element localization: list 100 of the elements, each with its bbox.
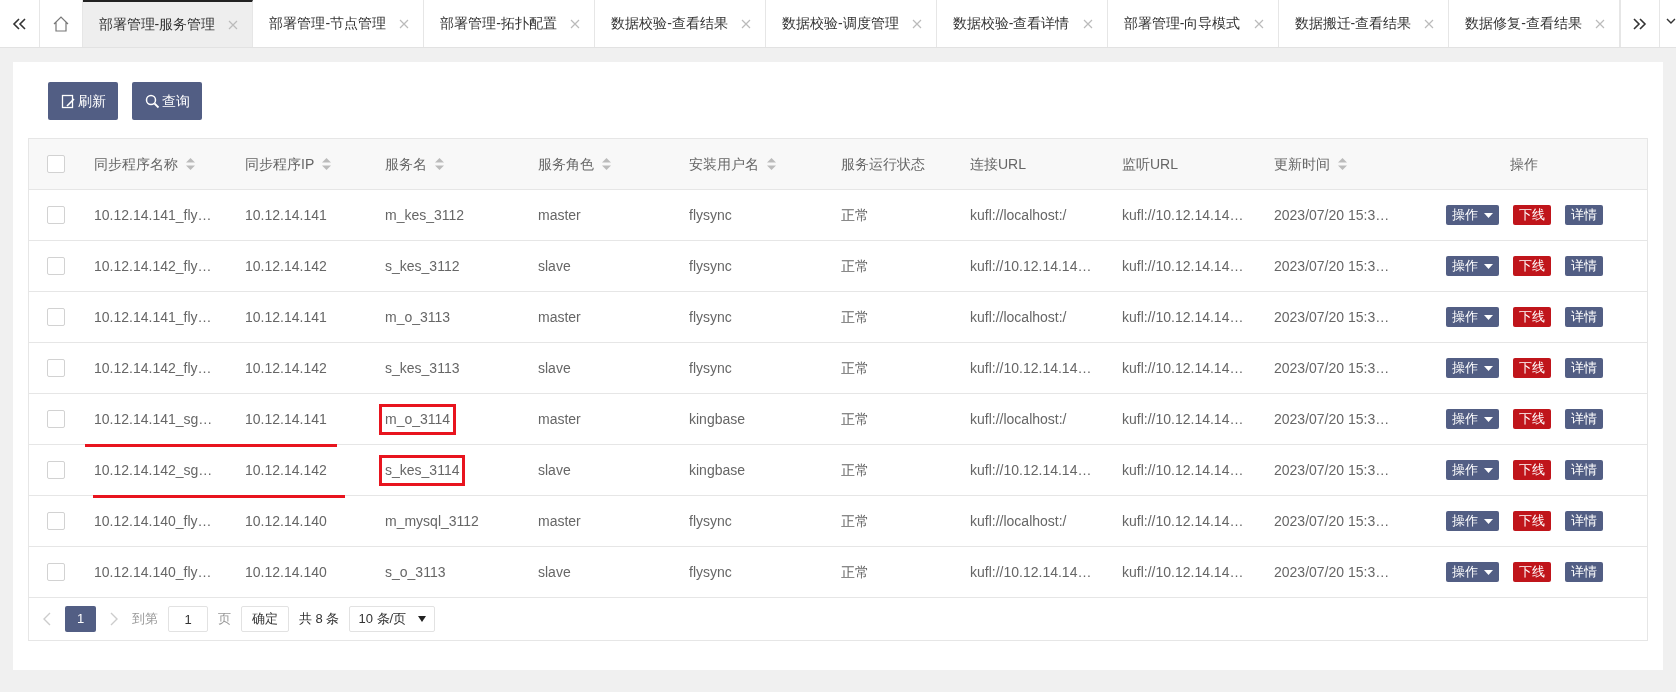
column-header[interactable]: 同步程序IP: [245, 153, 315, 175]
tab-label[interactable]: 部署管理-服务管理: [98, 14, 216, 35]
search-button[interactable]: 查询: [132, 82, 202, 120]
home-icon: [51, 14, 70, 33]
table-cell-text: 2023/07/20 15:3…: [1274, 562, 1390, 582]
refresh-button[interactable]: 刷新: [48, 82, 118, 120]
table-cell-text: 2023/07/20 15:3…: [1274, 256, 1390, 276]
column-header[interactable]: 服务角色: [538, 153, 594, 175]
table-cell-text: kufl://10.12.14.14…: [1122, 409, 1244, 429]
action-button[interactable]: 详情: [1564, 511, 1603, 531]
highlighted-table-cell: s_kes_3114: [379, 454, 466, 486]
action-button[interactable]: 下线: [1512, 256, 1551, 276]
table-cell-text: kufl://localhost:/: [970, 409, 1067, 429]
caret-down-icon: [1483, 416, 1493, 422]
action-button[interactable]: 下线: [1512, 205, 1551, 225]
table-cell-text: 正常: [841, 307, 869, 327]
action-button[interactable]: 详情: [1564, 409, 1603, 429]
caret-down-icon: [1483, 212, 1493, 218]
table-cell-text: 10.12.14.142: [245, 460, 327, 480]
tab-label[interactable]: 数据校验-查看详情: [952, 13, 1070, 34]
table-cell-text: m_o_3113: [385, 307, 451, 327]
table-cell-text: 10.12.14.140_fly…: [94, 511, 212, 531]
tab-label[interactable]: 部署管理-向导模式: [1123, 13, 1241, 34]
actions-dropdown[interactable]: 操作: [1445, 409, 1499, 429]
close-icon: [911, 18, 922, 29]
table-cell-text: 10.12.14.141_sg…: [94, 409, 213, 429]
action-button[interactable]: 详情: [1564, 358, 1603, 378]
close-icon: [1082, 18, 1093, 29]
page-size-select[interactable]: 10 条/页: [349, 606, 436, 632]
row-checkbox[interactable]: [46, 563, 65, 581]
column-header[interactable]: 服务运行状态: [841, 153, 925, 175]
column-header[interactable]: 同步程序名称: [94, 153, 178, 175]
table-cell-text: 正常: [841, 409, 869, 429]
table-cell-text: kufl://10.12.14.14…: [970, 256, 1092, 276]
table-cell-text: s_kes_3113: [385, 358, 460, 378]
actions-dropdown[interactable]: 操作: [1445, 256, 1499, 276]
action-button[interactable]: 详情: [1564, 256, 1603, 276]
highlighted-table-cell: m_o_3114: [379, 403, 457, 435]
search-icon: [144, 93, 160, 109]
row-checkbox[interactable]: [46, 410, 65, 428]
column-header[interactable]: 安装用户名: [689, 153, 759, 175]
table-cell-text: kufl://10.12.14.14…: [1122, 511, 1244, 531]
table-cell-text: 正常: [841, 460, 869, 480]
page-button[interactable]: 1: [65, 606, 96, 632]
close-icon: [1595, 18, 1606, 29]
column-header[interactable]: 更新时间: [1274, 153, 1330, 175]
row-checkbox[interactable]: [46, 359, 65, 377]
table-cell-text: kufl://10.12.14.14…: [970, 562, 1092, 582]
tab-label[interactable]: 数据校验-查看结果: [611, 13, 728, 34]
table-cell-text: kingbase: [689, 460, 746, 480]
column-header[interactable]: 连接URL: [970, 153, 1026, 175]
row-checkbox[interactable]: [46, 257, 65, 275]
tab-label[interactable]: 部署管理-节点管理: [269, 13, 387, 34]
row-checkbox[interactable]: [46, 308, 65, 326]
actions-dropdown[interactable]: 操作: [1445, 358, 1499, 378]
column-header[interactable]: 操作: [1510, 153, 1538, 175]
table-cell-text: 2023/07/20 15:3…: [1274, 358, 1390, 378]
action-button[interactable]: 下线: [1512, 562, 1551, 582]
action-button[interactable]: 详情: [1564, 205, 1603, 225]
table-cell-text: 2023/07/20 15:3…: [1274, 511, 1390, 531]
chevron-left-icon: [43, 612, 51, 626]
row-checkbox[interactable]: [46, 206, 65, 224]
action-button[interactable]: 下线: [1512, 358, 1551, 378]
caret-icon: [1666, 18, 1676, 26]
action-button[interactable]: 详情: [1564, 562, 1603, 582]
tab-label[interactable]: 部署管理-拓扑配置: [440, 13, 557, 34]
tab[interactable]: 部署管理-服务管理: [82, 0, 254, 47]
table-cell-text: kufl://10.12.14.14…: [1122, 256, 1244, 276]
table-cell-text: s_kes_3112: [385, 256, 460, 276]
action-button[interactable]: 详情: [1564, 460, 1603, 480]
action-button[interactable]: 下线: [1512, 511, 1551, 531]
row-checkbox[interactable]: [46, 512, 65, 530]
caret-down-icon: [1483, 365, 1493, 371]
action-button[interactable]: 详情: [1564, 307, 1603, 327]
table-cell-text: 正常: [841, 511, 869, 531]
scroll-right-button[interactable]: [1620, 0, 1661, 47]
confirm-button[interactable]: 确定: [241, 606, 289, 632]
actions-dropdown[interactable]: 操作: [1445, 460, 1499, 480]
actions-dropdown[interactable]: 操作: [1445, 511, 1499, 531]
column-header[interactable]: 服务名: [385, 153, 427, 175]
close-icon: [1253, 18, 1264, 29]
row-checkbox[interactable]: [46, 461, 65, 479]
tab-label[interactable]: 数据搬迁-查看结果: [1294, 13, 1412, 34]
table-cell-text: kufl://10.12.14.14…: [1122, 205, 1244, 225]
table-cell-text: 2023/07/20 15:3…: [1274, 409, 1390, 429]
select-all-checkbox[interactable]: [46, 155, 65, 173]
actions-dropdown[interactable]: 操作: [1445, 562, 1499, 582]
actions-dropdown[interactable]: 操作: [1445, 205, 1499, 225]
action-button[interactable]: 下线: [1512, 409, 1551, 429]
action-button[interactable]: 下线: [1512, 460, 1551, 480]
table-cell-text: kingbase: [689, 409, 746, 429]
table-cell-text: 10.12.14.141_fly…: [94, 205, 212, 225]
tab-label[interactable]: 数据修复-查看结果: [1465, 13, 1583, 34]
action-button[interactable]: 下线: [1512, 307, 1551, 327]
table-cell-text: 10.12.14.142: [245, 256, 327, 276]
page-number-field[interactable]: 1: [168, 606, 208, 632]
table-cell-text: flysync: [689, 358, 732, 378]
tab-label[interactable]: 数据校验-调度管理: [782, 13, 899, 34]
actions-dropdown[interactable]: 操作: [1445, 307, 1499, 327]
column-header[interactable]: 监听URL: [1122, 153, 1178, 175]
